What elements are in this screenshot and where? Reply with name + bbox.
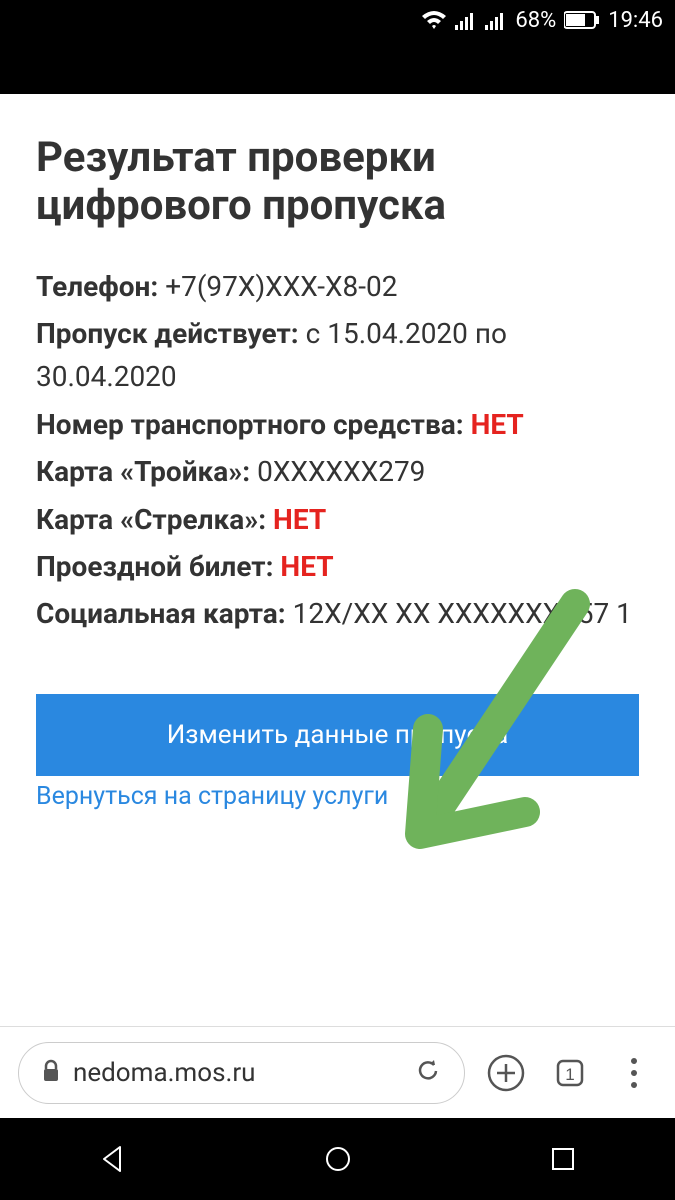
battery-icon (564, 11, 600, 29)
field-value-none: НЕТ (273, 503, 326, 536)
field-value-none: НЕТ (280, 550, 333, 583)
battery-percent: 68% (515, 8, 556, 33)
field-vehicle: Номер транспортного средства: НЕТ (36, 403, 639, 446)
field-label: Проездной билет: (36, 550, 273, 583)
svg-text:1: 1 (565, 1065, 574, 1084)
browser-toolbar: nedoma.mos.ru 1 (0, 1026, 675, 1118)
url-bar[interactable]: nedoma.mos.ru (18, 1042, 465, 1104)
field-troika: Карта «Тройка»: 0XXXXXX279 (36, 450, 639, 493)
field-label: Телефон: (36, 270, 158, 303)
tabs-button[interactable]: 1 (547, 1050, 593, 1096)
field-value: 0XXXXXX279 (257, 455, 425, 488)
field-value-none: НЕТ (471, 408, 524, 441)
wifi-icon (421, 10, 447, 30)
url-text: nedoma.mos.ru (73, 1058, 402, 1088)
new-tab-button[interactable] (483, 1050, 529, 1096)
page-title: Результат проверки цифрового пропуска (36, 134, 639, 231)
field-label: Социальная карта: (36, 597, 286, 630)
edit-pass-button[interactable]: Изменить данные пропуска (36, 694, 639, 776)
field-phone: Телефон: +7(97X)XXX-X8-02 (36, 265, 639, 308)
field-label: Пропуск действует: (36, 317, 299, 350)
signal-icon-2 (485, 10, 507, 30)
field-social: Социальная карта: 12X/XX XX XXXXXXXX57 1 (36, 592, 639, 635)
reload-icon[interactable] (414, 1057, 442, 1089)
signal-icon (455, 10, 477, 30)
android-nav-bar (0, 1118, 675, 1200)
field-value: +7(97X)XXX-X8-02 (165, 270, 397, 303)
status-bar: 68% 19:46 (0, 0, 675, 40)
field-value: 12X/XX XX XXXXXXXX57 1 (293, 597, 632, 630)
home-button[interactable] (273, 1129, 403, 1189)
menu-button[interactable] (611, 1050, 657, 1096)
field-strelka: Карта «Стрелка»: НЕТ (36, 498, 639, 541)
browser-top-bar (0, 40, 675, 94)
time: 19:46 (608, 8, 663, 33)
field-label: Карта «Стрелка»: (36, 503, 266, 536)
field-validity: Пропуск действует: с 15.04.2020 по 30.04… (36, 312, 639, 399)
field-label: Карта «Тройка»: (36, 455, 250, 488)
recents-button[interactable] (498, 1129, 628, 1189)
main-content: Результат проверки цифрового пропуска Те… (0, 94, 675, 1026)
lock-icon (41, 1059, 61, 1087)
field-label: Номер транспортного средства: (36, 408, 464, 441)
back-link[interactable]: Вернуться на страницу услуги (36, 782, 639, 811)
field-ticket: Проездной билет: НЕТ (36, 545, 639, 588)
back-button[interactable] (48, 1129, 178, 1189)
